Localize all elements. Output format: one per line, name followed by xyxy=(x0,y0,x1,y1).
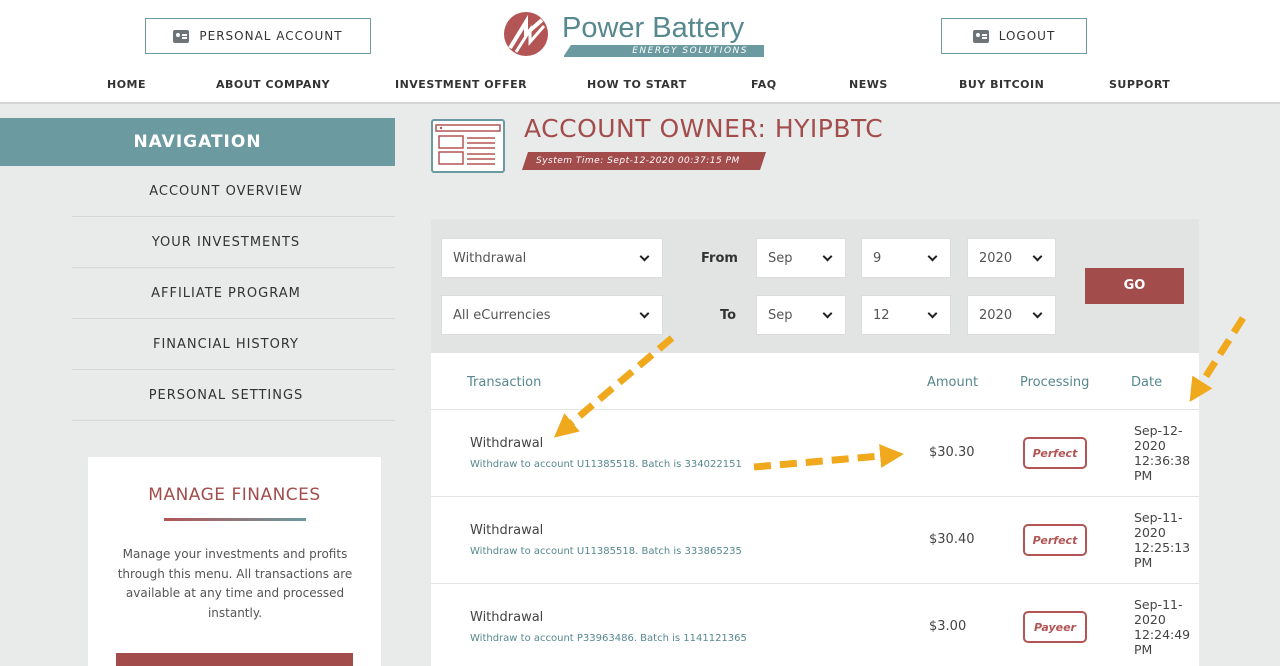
date-part: PM xyxy=(1134,642,1153,657)
to-day-value: 12 xyxy=(873,307,890,323)
transaction-date: Sep-12- 2020 12:36:38 PM xyxy=(1134,423,1194,483)
chevron-down-icon xyxy=(822,251,833,262)
logout-button[interactable]: LOGOUT xyxy=(941,18,1087,54)
logo[interactable]: Power Battery ENERGY SOLUTIONS xyxy=(504,12,784,58)
personal-account-label: PERSONAL ACCOUNT xyxy=(199,29,343,43)
from-label: From xyxy=(701,251,738,266)
sidebar-title: NAVIGATION xyxy=(0,118,395,166)
to-year-value: 2020 xyxy=(979,307,1013,323)
chevron-down-icon xyxy=(927,251,938,262)
nav-investment-offer[interactable]: INVESTMENT OFFER xyxy=(395,78,527,91)
to-month-value: Sep xyxy=(768,307,793,323)
date-part: 2020 xyxy=(1134,438,1166,453)
chevron-down-icon xyxy=(639,251,650,262)
date-part: Sep-11- xyxy=(1134,597,1183,612)
table-row: Withdrawal Withdraw to account U11385518… xyxy=(431,409,1199,496)
personal-account-button[interactable]: PERSONAL ACCOUNT xyxy=(145,18,371,54)
logo-title: Power Battery xyxy=(562,12,745,44)
manage-finances-text: Manage your investments and profits thro… xyxy=(117,547,353,620)
date-part: Sep-12- xyxy=(1134,423,1183,438)
sidebar-item-affiliate-program[interactable]: AFFILIATE PROGRAM xyxy=(72,268,395,319)
sidebar-item-account-overview[interactable]: ACCOUNT OVERVIEW xyxy=(72,166,395,217)
to-month-select[interactable]: Sep xyxy=(756,295,846,335)
from-month-select[interactable]: Sep xyxy=(756,238,846,278)
transaction-amount: $30.40 xyxy=(929,532,975,547)
date-part: 12:36:38 xyxy=(1134,453,1191,468)
manage-finances-title: MANAGE FINANCES xyxy=(148,485,321,505)
table-row: Withdrawal Withdraw to account U11385518… xyxy=(431,496,1199,583)
processor-badge: Perfect xyxy=(1023,524,1087,556)
from-year-select[interactable]: 2020 xyxy=(967,238,1056,278)
from-day-select[interactable]: 9 xyxy=(861,238,951,278)
header-processing: Processing xyxy=(1020,375,1090,390)
date-part: 2020 xyxy=(1134,525,1166,540)
site-header: PERSONAL ACCOUNT Power Battery ENERGY SO… xyxy=(0,0,1280,104)
header-amount: Amount xyxy=(927,375,979,390)
chevron-down-icon xyxy=(927,308,938,319)
id-card-icon xyxy=(173,29,190,43)
bolt-logo-icon xyxy=(504,12,548,56)
sidebar-item-financial-history[interactable]: FINANCIAL HISTORY xyxy=(72,319,395,370)
nav-home[interactable]: HOME xyxy=(107,78,146,91)
header-date: Date xyxy=(1131,375,1163,390)
transaction-name: Withdrawal xyxy=(470,523,544,538)
to-year-select[interactable]: 2020 xyxy=(967,295,1056,335)
date-part: 2020 xyxy=(1134,612,1166,627)
date-part: 12:25:13 xyxy=(1134,540,1191,555)
date-part: 12:24:49 xyxy=(1134,627,1191,642)
ecurrency-value: All eCurrencies xyxy=(453,307,551,323)
nav-news[interactable]: NEWS xyxy=(849,78,888,91)
from-year-value: 2020 xyxy=(979,250,1013,266)
from-day-value: 9 xyxy=(873,250,882,266)
logout-label: LOGOUT xyxy=(998,29,1056,43)
transaction-amount: $30.30 xyxy=(929,445,975,460)
account-document-icon xyxy=(431,119,505,173)
transaction-name: Withdrawal xyxy=(470,436,544,451)
header-transaction: Transaction xyxy=(467,375,542,390)
arrow-to-date xyxy=(1189,316,1246,403)
main-nav: HOME ABOUT COMPANY INVESTMENT OFFER HOW … xyxy=(0,78,1280,94)
nav-buy-bitcoin[interactable]: BUY BITCOIN xyxy=(959,78,1044,91)
id-card-icon xyxy=(972,29,989,43)
title-underline xyxy=(164,518,306,521)
date-part: PM xyxy=(1134,555,1153,570)
sidebar-item-your-investments[interactable]: YOUR INVESTMENTS xyxy=(72,217,395,268)
sidebar-menu: ACCOUNT OVERVIEW YOUR INVESTMENTS AFFILI… xyxy=(72,166,395,421)
system-time-badge: System Time: Sept-12-2020 00:37:15 PM xyxy=(522,152,766,170)
transaction-date: Sep-11- 2020 12:25:13 PM xyxy=(1134,510,1194,570)
nav-faq[interactable]: FAQ xyxy=(751,78,777,91)
processor-badge: Payeer xyxy=(1023,611,1087,643)
to-day-select[interactable]: 12 xyxy=(861,295,951,335)
manage-finances-card: MANAGE FINANCES Manage your investments … xyxy=(88,457,381,666)
transaction-amount: $3.00 xyxy=(929,619,967,634)
table-row: Withdrawal Withdraw to account P33963486… xyxy=(431,583,1199,666)
logo-subtitle: ENERGY SOLUTIONS xyxy=(563,45,764,57)
chevron-down-icon xyxy=(1032,308,1043,319)
chevron-down-icon xyxy=(639,308,650,319)
processor-badge: Perfect xyxy=(1023,437,1087,469)
transaction-description: Withdraw to account U11385518. Batch is … xyxy=(470,459,742,470)
transaction-name: Withdrawal xyxy=(470,610,544,625)
transaction-type-value: Withdrawal xyxy=(453,250,527,266)
to-label: To xyxy=(720,308,737,323)
ecurrency-select[interactable]: All eCurrencies xyxy=(441,295,663,335)
manage-finances-button[interactable] xyxy=(116,653,353,666)
date-part: PM xyxy=(1134,468,1153,483)
nav-how-to-start[interactable]: HOW TO START xyxy=(587,78,687,91)
chevron-down-icon xyxy=(822,308,833,319)
chevron-down-icon xyxy=(1032,251,1043,262)
from-month-value: Sep xyxy=(768,250,793,266)
sidebar-item-personal-settings[interactable]: PERSONAL SETTINGS xyxy=(72,370,395,421)
nav-support[interactable]: SUPPORT xyxy=(1109,78,1170,91)
date-part: Sep-11- xyxy=(1134,510,1183,525)
transaction-description: Withdraw to account U11385518. Batch is … xyxy=(470,546,742,557)
transactions-table: Transaction Amount Processing Date Withd… xyxy=(431,353,1199,666)
page-title: ACCOUNT OWNER: HYIPBTC xyxy=(524,114,884,143)
transaction-type-select[interactable]: Withdrawal xyxy=(441,238,663,278)
transaction-date: Sep-11- 2020 12:24:49 PM xyxy=(1134,597,1194,657)
transaction-description: Withdraw to account P33963486. Batch is … xyxy=(470,633,747,644)
nav-about-company[interactable]: ABOUT COMPANY xyxy=(216,78,330,91)
go-button[interactable]: GO xyxy=(1085,268,1184,304)
